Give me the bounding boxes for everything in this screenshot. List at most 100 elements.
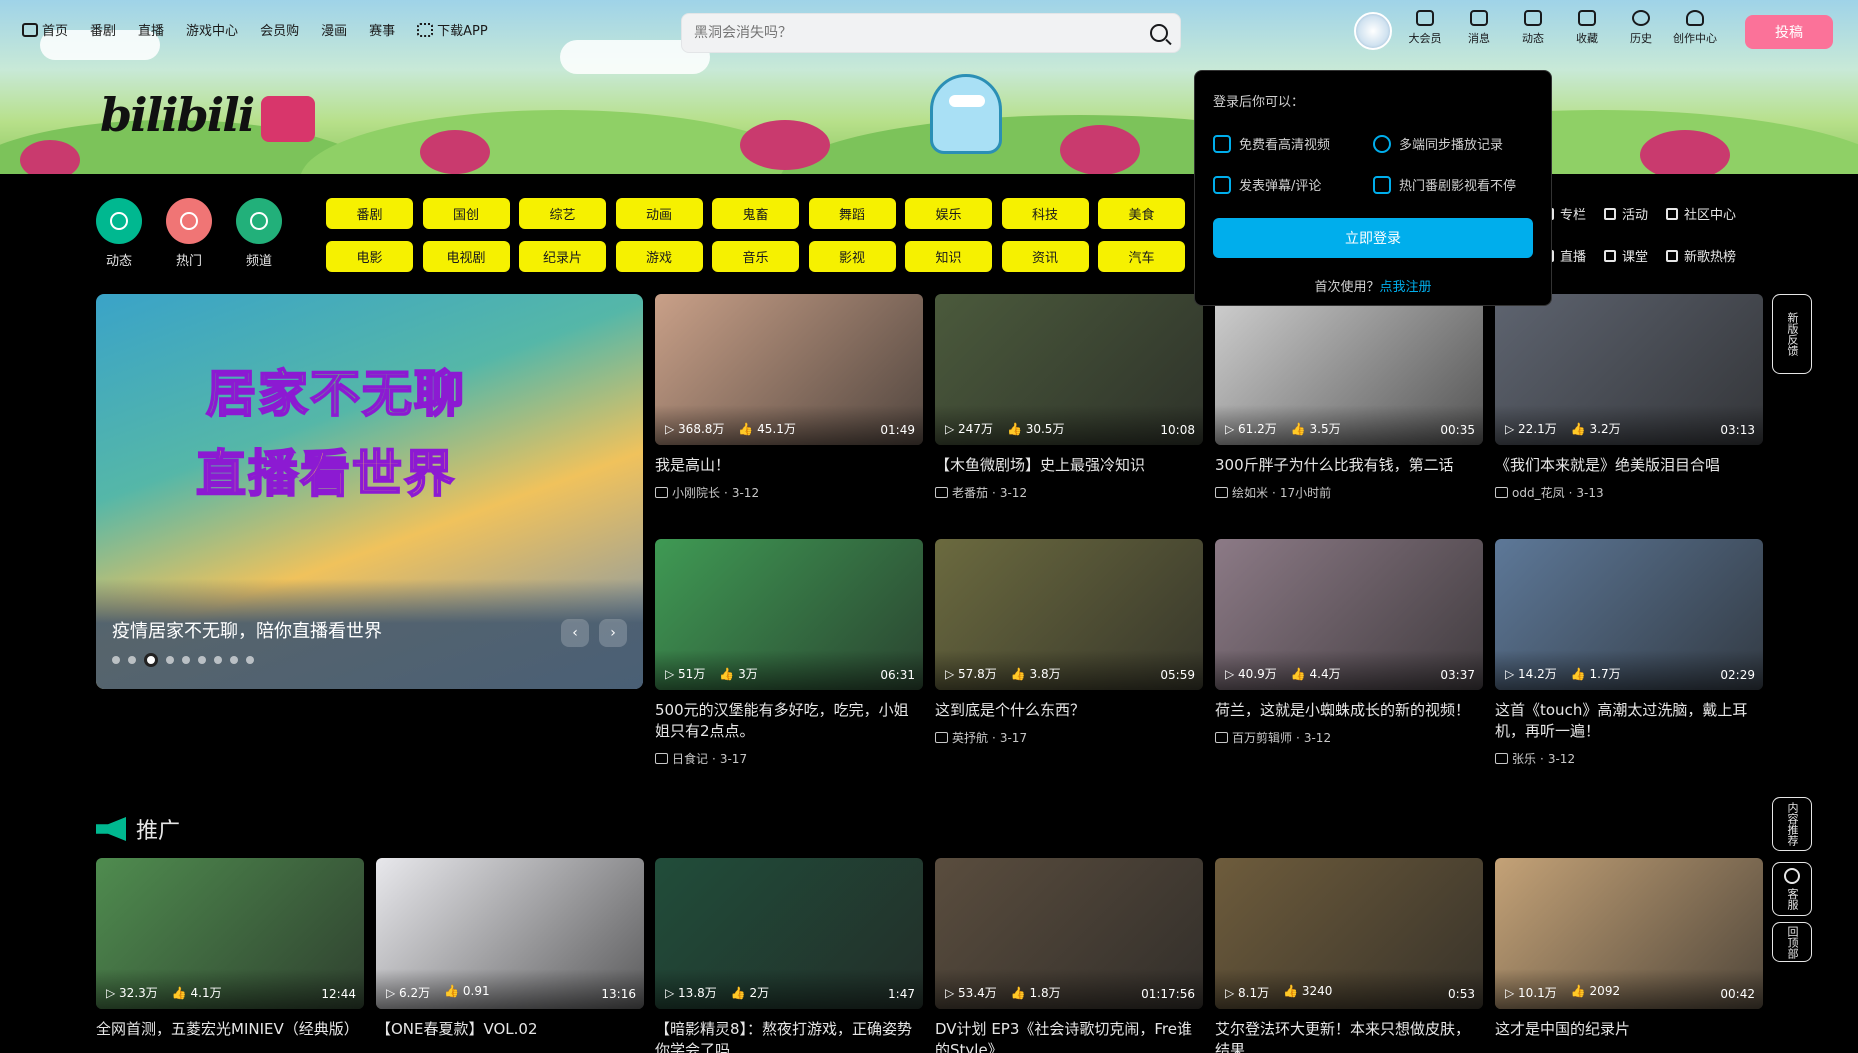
carousel-dot[interactable] <box>182 656 190 664</box>
nav-item-anime[interactable]: 番剧 <box>90 20 116 39</box>
video-thumbnail[interactable]: ▷ 13.8万 👍 2万 1:47 <box>655 858 923 1009</box>
video-card[interactable]: ▷ 6.2万 👍 0.91 13:16 【ONE春夏款】VOL.02 <box>376 858 644 1040</box>
nav-item-mall[interactable]: 会员购 <box>260 20 299 39</box>
video-thumbnail[interactable]: ▷ 51万 👍 3万 06:31 <box>655 539 923 690</box>
video-card[interactable]: ▷ 51万 👍 3万 06:31 500元的汉堡能有多好吃，吃完，小姐姐只有2点点。日… <box>655 539 923 767</box>
nav-messages[interactable]: 消息 <box>1459 10 1499 46</box>
video-thumbnail[interactable]: ▷ 247万 👍 30.5万 10:08 <box>935 294 1203 445</box>
video-thumbnail[interactable]: ▷ 61.2万 👍 3.5万 00:35 <box>1215 294 1483 445</box>
tag-item[interactable]: 资讯 <box>1001 241 1089 272</box>
featured-carousel[interactable]: 居家不无聊 直播看世界 疫情居家不无聊，陪你直播看世界 ‹ › <box>96 294 643 689</box>
tag-item[interactable]: 娱乐 <box>905 198 992 229</box>
video-uploader[interactable]: 日食记 · 3-17 <box>655 750 923 767</box>
nav-item-download-app[interactable]: 下载APP <box>417 20 488 39</box>
tag-item[interactable]: 鬼畜 <box>712 198 799 229</box>
video-title[interactable]: 这到底是个什么东西？ <box>935 700 1203 721</box>
video-card[interactable]: ▷ 53.4万 👍 1.8万 01:17:56 DV计划 EP3《社会诗歌切克闹，Fr… <box>935 858 1203 1053</box>
link-activity[interactable]: 活动 <box>1604 204 1648 223</box>
video-title[interactable]: 我是高山！ <box>655 455 923 476</box>
upload-button[interactable]: 投稿 <box>1745 15 1833 49</box>
tag-item[interactable]: 番剧 <box>326 198 413 229</box>
tag-item[interactable]: 美食 <box>1098 198 1185 229</box>
video-title[interactable]: 【ONE春夏款】VOL.02 <box>376 1019 644 1040</box>
nav-item-manga[interactable]: 漫画 <box>321 20 347 39</box>
register-link[interactable]: 点我注册 <box>1380 280 1432 295</box>
nav-item-games[interactable]: 游戏中心 <box>186 20 238 39</box>
carousel-dot[interactable] <box>214 656 222 664</box>
channel-channels[interactable]: 频道 <box>236 198 282 269</box>
video-card[interactable]: ▷ 8.1万 👍 3240 0:53 艾尔登法环大更新！本来只想做皮肤，结果... <box>1215 858 1483 1053</box>
login-button[interactable]: 立即登录 <box>1213 218 1533 258</box>
video-card[interactable]: ▷ 57.8万 👍 3.8万 05:59 这到底是个什么东西？ 英抒航 · 3-17 <box>935 539 1203 746</box>
video-uploader[interactable]: 小刚院长 · 3-12 <box>655 484 923 501</box>
video-card[interactable]: ▷ 10.1万 👍 2092 00:42 这才是中国的纪录片 <box>1495 858 1763 1040</box>
carousel-dot[interactable] <box>144 653 158 667</box>
video-title[interactable]: 300斤胖子为什么比我有钱，第二话 <box>1215 455 1483 476</box>
tag-item[interactable]: 汽车 <box>1098 241 1185 272</box>
video-card[interactable]: ▷ 13.8万 👍 2万 1:47 【暗影精灵8】：熬夜打游戏，正确姿势你学会了吗 <box>655 858 923 1053</box>
channel-hot[interactable]: 热门 <box>166 198 212 269</box>
search-input[interactable] <box>694 25 1150 41</box>
nav-favorites[interactable]: 收藏 <box>1567 10 1607 46</box>
carousel-dot[interactable] <box>198 656 206 664</box>
tag-item[interactable]: 电视剧 <box>422 241 510 272</box>
link-new-songs[interactable]: 新歌热榜 <box>1666 246 1736 265</box>
tag-item[interactable]: 影视 <box>808 241 896 272</box>
tag-item[interactable]: 纪录片 <box>519 241 606 272</box>
tag-item[interactable]: 游戏 <box>615 241 703 272</box>
video-card[interactable]: ▷ 22.1万 👍 3.2万 03:13 《我们本来就是》绝美版泪目合唱 odd_花凤 … <box>1495 294 1763 501</box>
carousel-title[interactable]: 疫情居家不无聊，陪你直播看世界 <box>112 617 382 643</box>
video-title[interactable]: 荷兰，这就是小蜘蛛成长的新的视频！ <box>1215 700 1483 721</box>
carousel-dot[interactable] <box>230 656 238 664</box>
carousel-dot[interactable] <box>112 656 120 664</box>
video-thumbnail[interactable]: ▷ 22.1万 👍 3.2万 03:13 <box>1495 294 1763 445</box>
nav-dynamics[interactable]: 动态 <box>1513 10 1553 46</box>
video-title[interactable]: 艾尔登法环大更新！本来只想做皮肤，结果... <box>1215 1019 1483 1053</box>
video-title[interactable]: 全网首测，五菱宏光MINIEV（经典版） <box>96 1019 364 1040</box>
tag-item[interactable]: 综艺 <box>519 198 606 229</box>
video-title[interactable]: 这首《touch》高潮太过洗脑，戴上耳机，再听一遍！ <box>1495 700 1763 742</box>
video-title[interactable]: 500元的汉堡能有多好吃，吃完，小姐姐只有2点点。 <box>655 700 923 742</box>
tag-item[interactable]: 科技 <box>1001 198 1089 229</box>
search-icon[interactable] <box>1150 24 1168 42</box>
video-title[interactable]: DV计划 EP3《社会诗歌切克闹，Fre谁的Style》 <box>935 1019 1203 1053</box>
nav-item-live[interactable]: 直播 <box>138 20 164 39</box>
channel-dynamics[interactable]: 动态 <box>96 198 142 269</box>
video-card[interactable]: ▷ 32.3万 👍 4.1万 12:44 全网首测，五菱宏光MINIEV（经典版） <box>96 858 364 1040</box>
nav-creator-center[interactable]: 创作中心 <box>1673 10 1717 46</box>
video-card[interactable]: ▷ 368.8万 👍 45.1万 01:49 我是高山！ 小刚院长 · 3-12 <box>655 294 923 501</box>
tag-item[interactable]: 舞蹈 <box>808 198 896 229</box>
carousel-prev-button[interactable]: ‹ <box>561 619 589 647</box>
carousel-dot[interactable] <box>246 656 254 664</box>
nav-vip[interactable]: 大会员 <box>1405 10 1445 46</box>
video-thumbnail[interactable]: ▷ 8.1万 👍 3240 0:53 <box>1215 858 1483 1009</box>
tag-item[interactable]: 国创 <box>422 198 510 229</box>
video-thumbnail[interactable]: ▷ 10.1万 👍 2092 00:42 <box>1495 858 1763 1009</box>
avatar[interactable] <box>1354 12 1392 50</box>
video-thumbnail[interactable]: ▷ 6.2万 👍 0.91 13:16 <box>376 858 644 1009</box>
video-title[interactable]: 这才是中国的纪录片 <box>1495 1019 1763 1040</box>
tag-item[interactable]: 知识 <box>905 241 992 272</box>
carousel-dot[interactable] <box>128 656 136 664</box>
link-community[interactable]: 社区中心 <box>1666 204 1736 223</box>
video-uploader[interactable]: 老番茄 · 3-12 <box>935 484 1203 501</box>
nav-history[interactable]: 历史 <box>1621 10 1661 46</box>
video-uploader[interactable]: odd_花凤 · 3-13 <box>1495 484 1763 501</box>
video-thumbnail[interactable]: ▷ 368.8万 👍 45.1万 01:49 <box>655 294 923 445</box>
video-uploader[interactable]: 英抒航 · 3-17 <box>935 729 1203 746</box>
tag-item[interactable]: 动画 <box>615 198 703 229</box>
link-classroom[interactable]: 课堂 <box>1604 246 1648 265</box>
video-thumbnail[interactable]: ▷ 57.8万 👍 3.8万 05:59 <box>935 539 1203 690</box>
carousel-dot[interactable] <box>166 656 174 664</box>
recommend-widget[interactable]: 内容推荐 <box>1772 797 1812 851</box>
video-title[interactable]: 【暗影精灵8】：熬夜打游戏，正确姿势你学会了吗 <box>655 1019 923 1053</box>
nav-item-home[interactable]: 首页 <box>22 20 68 39</box>
video-card[interactable]: ▷ 14.2万 👍 1.7万 02:29 这首《touch》高潮太过洗脑，戴上耳机，再… <box>1495 539 1763 767</box>
video-uploader[interactable]: 绘如米 · 17小时前 <box>1215 484 1483 501</box>
video-title[interactable]: 【木鱼微剧场】史上最强冷知识 <box>935 455 1203 476</box>
support-widget[interactable]: 客服 <box>1772 862 1812 916</box>
back-to-top-widget[interactable]: 回顶部 <box>1772 922 1812 962</box>
video-uploader[interactable]: 百万剪辑师 · 3-12 <box>1215 729 1483 746</box>
nav-item-esports[interactable]: 赛事 <box>369 20 395 39</box>
video-card[interactable]: ▷ 40.9万 👍 4.4万 03:37 荷兰，这就是小蜘蛛成长的新的视频！ 百万剪辑师… <box>1215 539 1483 746</box>
